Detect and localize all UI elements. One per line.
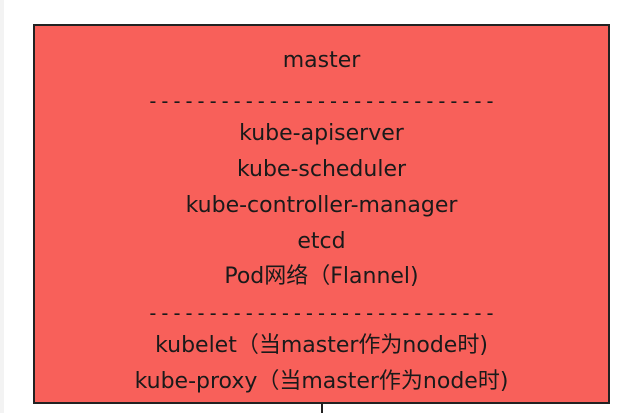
node-component-kube-proxy: kube-proxy（当master作为node时): [134, 369, 509, 394]
divider-bottom: -----------------------------: [146, 301, 497, 325]
component-kube-controller-manager: kube-controller-manager: [185, 193, 458, 218]
component-kube-scheduler: kube-scheduler: [236, 157, 407, 182]
connector-line: [321, 403, 323, 413]
master-node-box: master ----------------------------- kub…: [33, 24, 610, 404]
master-title: master: [282, 48, 361, 73]
divider-top: -----------------------------: [146, 89, 497, 113]
component-pod-network: Pod网络（Flannel): [224, 264, 419, 289]
component-etcd: etcd: [297, 229, 346, 254]
node-component-kubelet: kubelet（当master作为node时): [155, 333, 488, 358]
left-edge-strip: [0, 0, 4, 413]
component-kube-apiserver: kube-apiserver: [239, 121, 404, 146]
